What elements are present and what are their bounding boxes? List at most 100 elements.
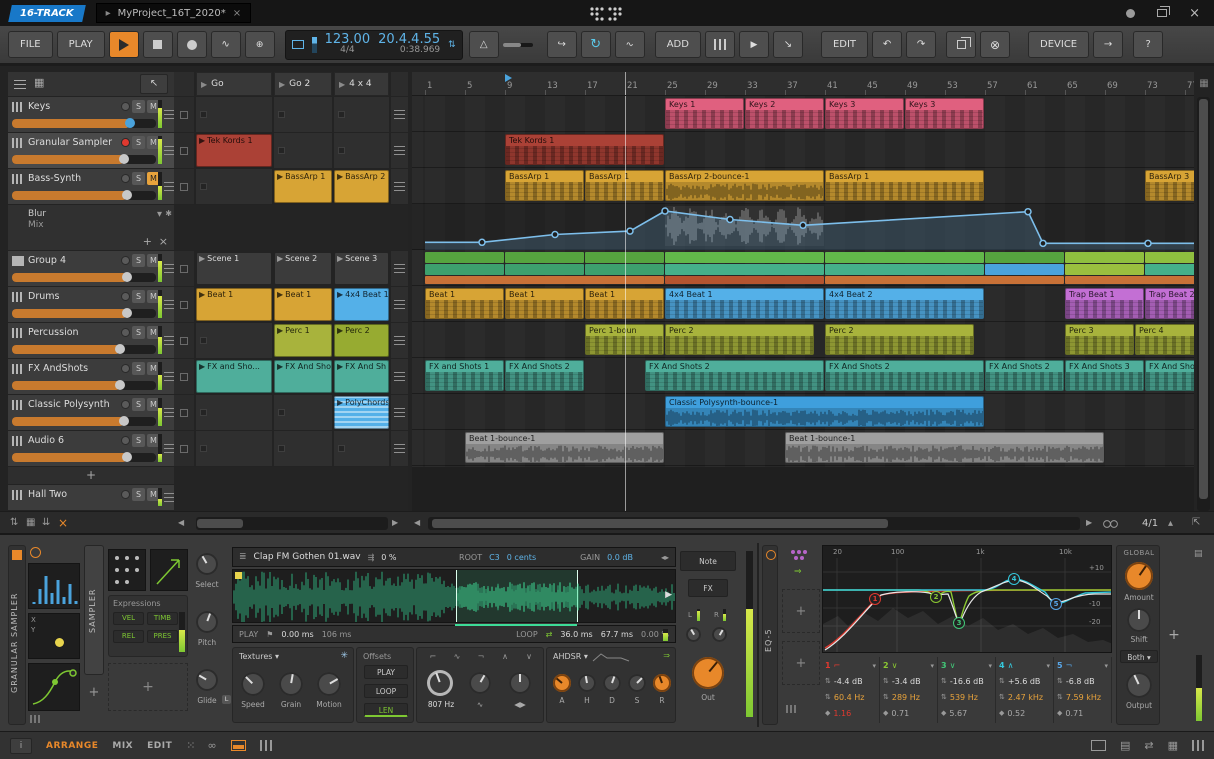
motion-knob[interactable] (317, 672, 341, 696)
close-crop-icon[interactable]: × (58, 516, 68, 530)
eq-band-q-value[interactable]: 0.52 (1007, 709, 1025, 718)
return-to-arrangement-button[interactable]: ↘ (772, 31, 803, 58)
launcher-clip[interactable]: ▶ FX And Sh (334, 360, 389, 393)
empty-clip-slot[interactable] (274, 395, 332, 430)
group-lane-segment[interactable] (425, 264, 504, 275)
track-header-hall-two[interactable]: Hall Two S M (8, 485, 175, 510)
timeline-ruler[interactable]: 1 5 9 13 17 21 25 29 33 37 41 45 49 53 57 61 65 69 73 77 (412, 72, 1194, 96)
xy-cursor-icon[interactable] (55, 638, 64, 647)
eq-band-handle-2[interactable]: 2 (930, 591, 942, 603)
info-icon[interactable]: i (10, 737, 32, 754)
out-volume-knob[interactable] (692, 657, 724, 689)
group-lane-segment[interactable] (425, 252, 504, 263)
modulator-add-button[interactable]: + (84, 683, 104, 703)
automation-dropdown-icon[interactable]: ▾ (157, 209, 162, 220)
expression-pres-button[interactable]: PRES (147, 630, 178, 643)
solo-button[interactable]: S (132, 326, 145, 339)
eq-band-dropdown-icon[interactable]: ▾ (1104, 662, 1108, 670)
eq-band-handle-4[interactable]: 4 (1008, 573, 1020, 585)
empty-clip-slot[interactable] (196, 323, 272, 358)
arranger-clip[interactable]: 4x4 Beat 2 (825, 288, 984, 319)
eq-mod-slot-add-button[interactable]: + (782, 641, 820, 685)
clip-play-icon[interactable]: ▶ (199, 254, 205, 263)
group-lane-segment[interactable] (665, 252, 824, 263)
arranger-scroll-left-icon[interactable]: ◀ (414, 518, 420, 527)
group-lane-segment[interactable] (505, 264, 584, 275)
auto-scroll-icon[interactable]: ⇊ (42, 517, 50, 528)
launcher-menu-cell[interactable] (391, 287, 408, 322)
device-button[interactable]: DEVICE (1028, 31, 1090, 58)
arranger-clip[interactable]: FX and Shots 1 (425, 360, 504, 391)
clip-stop-cell[interactable] (174, 287, 194, 322)
group-lane-segment[interactable] (1065, 264, 1144, 275)
arranger-clip[interactable]: Beat 1 (505, 288, 584, 319)
launcher-quantize-button[interactable] (704, 31, 735, 58)
grain-freq-knob[interactable] (427, 670, 453, 696)
eq-band-gain-value[interactable]: -3.4 dB (892, 677, 921, 686)
scene-play-icon[interactable]: ▶ (339, 80, 345, 89)
clip-stop-cell[interactable] (174, 359, 194, 394)
eq-band-handle-5[interactable]: 5 (1050, 598, 1062, 610)
scroll-corner-icon[interactable]: ▦ (1196, 72, 1212, 96)
redo-button[interactable]: ↷ (906, 31, 937, 58)
fill-mode-button[interactable]: ∿ (614, 31, 645, 58)
loop-start-value[interactable]: 36.0 ms (560, 630, 592, 639)
empty-clip-slot[interactable] (196, 97, 272, 132)
eq-band-freq-value[interactable]: 60.4 Hz (834, 693, 865, 702)
arranger-clip[interactable]: Keys 3 (825, 98, 904, 129)
launcher-hscrollbar[interactable] (196, 517, 388, 530)
eq-band-handle-3[interactable]: 3 (953, 617, 965, 629)
solo-button[interactable]: S (132, 290, 145, 303)
insert-device-button[interactable]: → (1093, 31, 1124, 58)
clip-play-icon[interactable]: ▶ (277, 172, 283, 181)
mod-arrow-display[interactable] (150, 549, 188, 591)
arranger-clip[interactable]: FX And Shots 2 (645, 360, 824, 391)
eq-band-freq-value[interactable]: 7.59 kHz (1066, 693, 1101, 702)
device-power-button[interactable] (30, 547, 41, 558)
eq-band-gain-value[interactable]: -4.4 dB (834, 677, 863, 686)
mod-curve-display[interactable] (28, 663, 80, 711)
time-display[interactable]: 0:38.969 (378, 45, 440, 56)
eq-amount-knob[interactable] (1125, 562, 1153, 590)
track-list-icon[interactable] (14, 80, 26, 89)
arranger-clip[interactable]: FX And Shots 2 (985, 360, 1064, 391)
time-signature-display[interactable]: 4/4 (325, 45, 371, 56)
automation-lane-header[interactable]: Blur Mix ▾ ✱ + × (8, 205, 174, 250)
arranger-clip[interactable]: Keys 3 (905, 98, 984, 129)
record-arm-button[interactable] (121, 490, 130, 499)
add-device-button[interactable]: + (1164, 615, 1184, 655)
clip-play-icon[interactable]: ▶ (199, 290, 205, 299)
launcher-clip[interactable]: ▶ BassArp 1 (274, 170, 332, 203)
arranger-clip[interactable]: FX And Shots 3 (1065, 360, 1144, 391)
solo-button[interactable]: S (132, 488, 145, 501)
sample-expand-icon[interactable]: ◂▸ (661, 553, 669, 562)
group-lane-segment[interactable] (1065, 276, 1194, 284)
empty-clip-slot[interactable] (334, 133, 389, 168)
expression-timb-button[interactable]: TIMB (147, 612, 178, 625)
clip-stop-cell[interactable] (174, 97, 194, 132)
expression-vel-button[interactable]: VEL (113, 612, 144, 625)
launcher-menu-cell[interactable] (391, 359, 408, 394)
arranger-clip[interactable]: Keys 1 (665, 98, 744, 129)
clip-play-icon[interactable]: ▶ (277, 362, 283, 371)
clip-play-icon[interactable]: ▶ (199, 136, 205, 145)
shape-option-icon[interactable]: ∿ (449, 652, 465, 662)
edit-button[interactable]: EDIT (820, 31, 869, 58)
launcher-scroll-left-icon[interactable]: ◀ (178, 518, 184, 527)
project-tab[interactable]: ▸ MyProject_16T_2020* × (95, 3, 252, 23)
clip-play-icon[interactable]: ▶ (337, 172, 343, 181)
offset-len-button[interactable]: LEN (364, 703, 408, 717)
view-edit[interactable]: EDIT (147, 741, 172, 751)
eq-band-freq-value[interactable]: 2.47 kHz (1008, 693, 1043, 702)
launcher-clip[interactable]: ▶ Scene 2 (274, 252, 332, 285)
arranger-timeline[interactable]: Keys 1 Keys 2 Keys 3 Keys 3 Tek Kords 1 BassA… (412, 96, 1194, 511)
record-arm-button[interactable] (121, 364, 130, 373)
metronome-volume-slider[interactable] (502, 42, 533, 47)
clip-play-icon[interactable]: ▶ (337, 326, 343, 335)
eq-band-freq-value[interactable]: 539 Hz (950, 693, 978, 702)
arranger-clip[interactable]: Perc 2 (825, 324, 974, 355)
arranger-clip[interactable]: Beat 1 (425, 288, 504, 319)
empty-clip-slot[interactable] (274, 431, 332, 466)
eq-mode-select[interactable]: Both ▾ (1120, 650, 1158, 663)
group-lane-segment[interactable] (425, 276, 664, 284)
